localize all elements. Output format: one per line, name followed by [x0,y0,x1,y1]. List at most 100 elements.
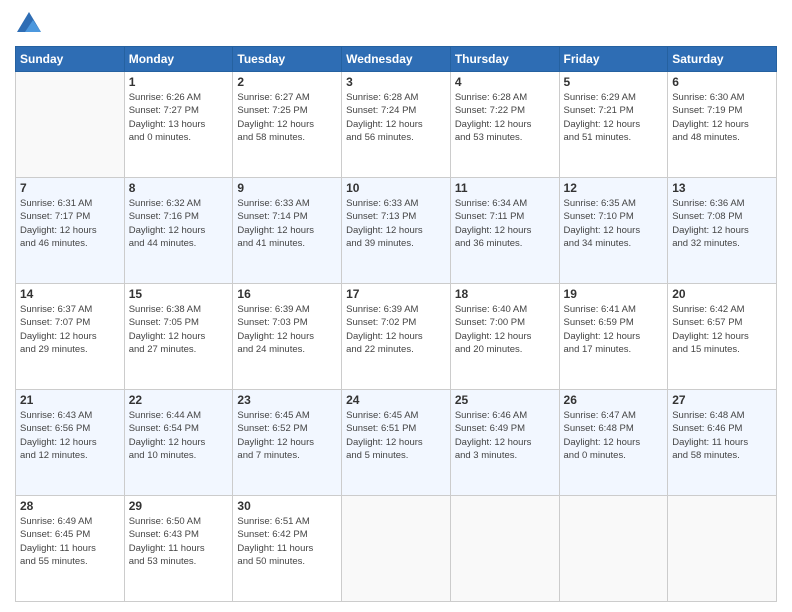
day-number: 7 [20,181,120,195]
calendar-cell: 23 Sunrise: 6:45 AMSunset: 6:52 PMDayligh… [233,390,342,496]
day-info: Sunrise: 6:40 AMSunset: 7:00 PMDaylight:… [455,303,555,356]
day-info: Sunrise: 6:33 AMSunset: 7:14 PMDaylight:… [237,197,337,250]
day-info: Sunrise: 6:28 AMSunset: 7:24 PMDaylight:… [346,91,446,144]
calendar-cell: 14 Sunrise: 6:37 AMSunset: 7:07 PMDayligh… [16,284,125,390]
day-info: Sunrise: 6:45 AMSunset: 6:52 PMDaylight:… [237,409,337,462]
calendar-cell: 26Sunrise: 6:47 AMSunset: 6:48 PMDayligh… [559,390,668,496]
day-number: 16 [237,287,337,301]
day-number: 6 [672,75,772,89]
day-number: 27 [672,393,772,407]
day-info: Sunrise: 6:49 AMSunset: 6:45 PMDaylight:… [20,515,120,568]
day-info: Sunrise: 6:41 AMSunset: 6:59 PMDaylight:… [564,303,664,356]
calendar-cell: 24Sunrise: 6:45 AMSunset: 6:51 PMDayligh… [342,390,451,496]
calendar-header-thursday: Thursday [450,47,559,72]
calendar-week-row: 21 Sunrise: 6:43 AMSunset: 6:56 PMDayligh… [16,390,777,496]
day-info: Sunrise: 6:48 AMSunset: 6:46 PMDaylight:… [672,409,772,462]
day-number: 15 [129,287,229,301]
calendar-cell: 6 Sunrise: 6:30 AMSunset: 7:19 PMDaylight… [668,72,777,178]
calendar-cell: 10 Sunrise: 6:33 AMSunset: 7:13 PMDayligh… [342,178,451,284]
day-number: 22 [129,393,229,407]
calendar-cell: 28 Sunrise: 6:49 AMSunset: 6:45 PMDayligh… [16,496,125,602]
calendar-cell: 11 Sunrise: 6:34 AMSunset: 7:11 PMDayligh… [450,178,559,284]
calendar-header-saturday: Saturday [668,47,777,72]
day-info: Sunrise: 6:26 AMSunset: 7:27 PMDaylight:… [129,91,229,144]
calendar-table: SundayMondayTuesdayWednesdayThursdayFrid… [15,46,777,602]
day-number: 5 [564,75,664,89]
calendar-header-monday: Monday [124,47,233,72]
calendar-cell [16,72,125,178]
day-number: 17 [346,287,446,301]
calendar-cell: 20Sunrise: 6:42 AMSunset: 6:57 PMDayligh… [668,284,777,390]
day-number: 29 [129,499,229,513]
day-number: 11 [455,181,555,195]
day-number: 9 [237,181,337,195]
day-number: 8 [129,181,229,195]
day-number: 24 [346,393,446,407]
calendar-cell: 5 Sunrise: 6:29 AMSunset: 7:21 PMDaylight… [559,72,668,178]
calendar-cell: 30 Sunrise: 6:51 AMSunset: 6:42 PMDayligh… [233,496,342,602]
calendar-cell: 7 Sunrise: 6:31 AMSunset: 7:17 PMDaylight… [16,178,125,284]
day-number: 28 [20,499,120,513]
day-info: Sunrise: 6:37 AMSunset: 7:07 PMDaylight:… [20,303,120,356]
calendar-week-row: 7 Sunrise: 6:31 AMSunset: 7:17 PMDaylight… [16,178,777,284]
calendar-cell: 22 Sunrise: 6:44 AMSunset: 6:54 PMDayligh… [124,390,233,496]
day-number: 12 [564,181,664,195]
calendar-cell [668,496,777,602]
logo-icon [15,10,43,38]
day-number: 1 [129,75,229,89]
day-info: Sunrise: 6:50 AMSunset: 6:43 PMDaylight:… [129,515,229,568]
day-info: Sunrise: 6:27 AMSunset: 7:25 PMDaylight:… [237,91,337,144]
day-number: 10 [346,181,446,195]
calendar-cell: 29 Sunrise: 6:50 AMSunset: 6:43 PMDayligh… [124,496,233,602]
day-number: 3 [346,75,446,89]
calendar-week-row: 28 Sunrise: 6:49 AMSunset: 6:45 PMDayligh… [16,496,777,602]
calendar-cell [450,496,559,602]
day-info: Sunrise: 6:38 AMSunset: 7:05 PMDaylight:… [129,303,229,356]
day-number: 23 [237,393,337,407]
calendar-header-wednesday: Wednesday [342,47,451,72]
day-info: Sunrise: 6:35 AMSunset: 7:10 PMDaylight:… [564,197,664,250]
calendar-cell: 4Sunrise: 6:28 AMSunset: 7:22 PMDaylight… [450,72,559,178]
day-number: 30 [237,499,337,513]
day-info: Sunrise: 6:51 AMSunset: 6:42 PMDaylight:… [237,515,337,568]
calendar-week-row: 1 Sunrise: 6:26 AMSunset: 7:27 PMDaylight… [16,72,777,178]
calendar-header-tuesday: Tuesday [233,47,342,72]
calendar-cell: 13 Sunrise: 6:36 AMSunset: 7:08 PMDayligh… [668,178,777,284]
calendar-cell: 18Sunrise: 6:40 AMSunset: 7:00 PMDayligh… [450,284,559,390]
day-number: 19 [564,287,664,301]
calendar-cell: 3 Sunrise: 6:28 AMSunset: 7:24 PMDaylight… [342,72,451,178]
calendar-header-friday: Friday [559,47,668,72]
day-info: Sunrise: 6:29 AMSunset: 7:21 PMDaylight:… [564,91,664,144]
calendar-header-sunday: Sunday [16,47,125,72]
day-info: Sunrise: 6:31 AMSunset: 7:17 PMDaylight:… [20,197,120,250]
day-info: Sunrise: 6:28 AMSunset: 7:22 PMDaylight:… [455,91,555,144]
calendar-cell [342,496,451,602]
header [15,10,777,38]
calendar-cell: 16 Sunrise: 6:39 AMSunset: 7:03 PMDayligh… [233,284,342,390]
calendar-cell [559,496,668,602]
day-number: 21 [20,393,120,407]
calendar-header-row: SundayMondayTuesdayWednesdayThursdayFrid… [16,47,777,72]
calendar-cell: 2 Sunrise: 6:27 AMSunset: 7:25 PMDaylight… [233,72,342,178]
day-number: 20 [672,287,772,301]
day-info: Sunrise: 6:43 AMSunset: 6:56 PMDaylight:… [20,409,120,462]
day-info: Sunrise: 6:32 AMSunset: 7:16 PMDaylight:… [129,197,229,250]
calendar-cell: 17Sunrise: 6:39 AMSunset: 7:02 PMDayligh… [342,284,451,390]
day-info: Sunrise: 6:34 AMSunset: 7:11 PMDaylight:… [455,197,555,250]
day-info: Sunrise: 6:33 AMSunset: 7:13 PMDaylight:… [346,197,446,250]
day-number: 2 [237,75,337,89]
calendar-cell: 21 Sunrise: 6:43 AMSunset: 6:56 PMDayligh… [16,390,125,496]
calendar-cell: 1 Sunrise: 6:26 AMSunset: 7:27 PMDaylight… [124,72,233,178]
day-number: 13 [672,181,772,195]
day-info: Sunrise: 6:36 AMSunset: 7:08 PMDaylight:… [672,197,772,250]
page: SundayMondayTuesdayWednesdayThursdayFrid… [0,0,792,612]
day-info: Sunrise: 6:39 AMSunset: 7:03 PMDaylight:… [237,303,337,356]
calendar-cell: 27 Sunrise: 6:48 AMSunset: 6:46 PMDayligh… [668,390,777,496]
calendar-cell: 12 Sunrise: 6:35 AMSunset: 7:10 PMDayligh… [559,178,668,284]
day-info: Sunrise: 6:46 AMSunset: 6:49 PMDaylight:… [455,409,555,462]
day-info: Sunrise: 6:44 AMSunset: 6:54 PMDaylight:… [129,409,229,462]
day-number: 14 [20,287,120,301]
day-number: 25 [455,393,555,407]
day-info: Sunrise: 6:30 AMSunset: 7:19 PMDaylight:… [672,91,772,144]
calendar-cell: 15 Sunrise: 6:38 AMSunset: 7:05 PMDayligh… [124,284,233,390]
